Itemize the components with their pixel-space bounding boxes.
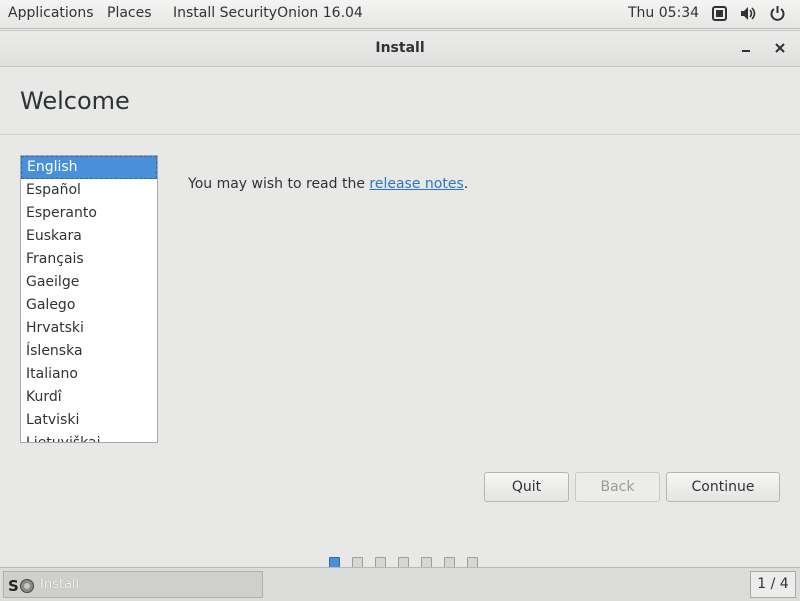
- back-button[interactable]: Back: [575, 472, 660, 502]
- release-suffix: .: [463, 176, 469, 192]
- minimize-icon[interactable]: [738, 40, 754, 56]
- workspace-indicator[interactable]: 1 / 4: [750, 571, 796, 598]
- screen-icon[interactable]: [711, 5, 728, 22]
- language-list[interactable]: English Español Esperanto Euskara França…: [20, 155, 158, 443]
- language-item[interactable]: Gaeilge: [21, 271, 157, 294]
- continue-button[interactable]: Continue: [666, 472, 780, 502]
- clock[interactable]: Thu 05:34: [628, 5, 699, 21]
- quit-button[interactable]: Quit: [484, 472, 569, 502]
- header-area: Welcome: [0, 67, 800, 135]
- language-item[interactable]: Español: [21, 179, 157, 202]
- language-item[interactable]: Lietuviškai: [21, 432, 157, 442]
- securityonion-icon: S: [8, 575, 36, 595]
- release-notes-text: You may wish to read the release notes.: [188, 176, 468, 192]
- language-item[interactable]: Esperanto: [21, 202, 157, 225]
- language-item[interactable]: Galego: [21, 294, 157, 317]
- power-icon[interactable]: [769, 5, 786, 22]
- active-app-menu[interactable]: Install SecurityOnion 16.04: [173, 5, 363, 21]
- system-tray[interactable]: [711, 5, 786, 22]
- release-notes-link[interactable]: release notes: [369, 176, 463, 192]
- language-item[interactable]: Hrvatski: [21, 317, 157, 340]
- language-item[interactable]: Kurdî: [21, 386, 157, 409]
- language-item[interactable]: English: [21, 156, 157, 179]
- volume-icon[interactable]: [740, 5, 757, 22]
- top-bar: Applications Places Install SecurityOnio…: [0, 0, 800, 29]
- places-menu[interactable]: Places: [107, 5, 152, 21]
- taskbar-item-label: Install: [40, 577, 80, 592]
- language-item[interactable]: Íslenska: [21, 340, 157, 363]
- taskbar-item-install[interactable]: S Install: [3, 571, 263, 598]
- language-item[interactable]: Français: [21, 248, 157, 271]
- release-prefix: You may wish to read the: [188, 176, 370, 192]
- window-title: Install: [375, 40, 425, 56]
- close-icon[interactable]: [772, 40, 788, 56]
- language-item[interactable]: Latviski: [21, 409, 157, 432]
- window-titlebar[interactable]: Install: [0, 31, 800, 67]
- svg-text:S: S: [8, 577, 19, 595]
- installer-window: Install Welcome English Español Esperant…: [0, 30, 800, 568]
- applications-menu[interactable]: Applications: [8, 5, 94, 21]
- page-title: Welcome: [20, 87, 130, 115]
- language-item[interactable]: Italiano: [21, 363, 157, 386]
- language-item[interactable]: Euskara: [21, 225, 157, 248]
- bottom-panel: S Install 1 / 4: [0, 567, 800, 601]
